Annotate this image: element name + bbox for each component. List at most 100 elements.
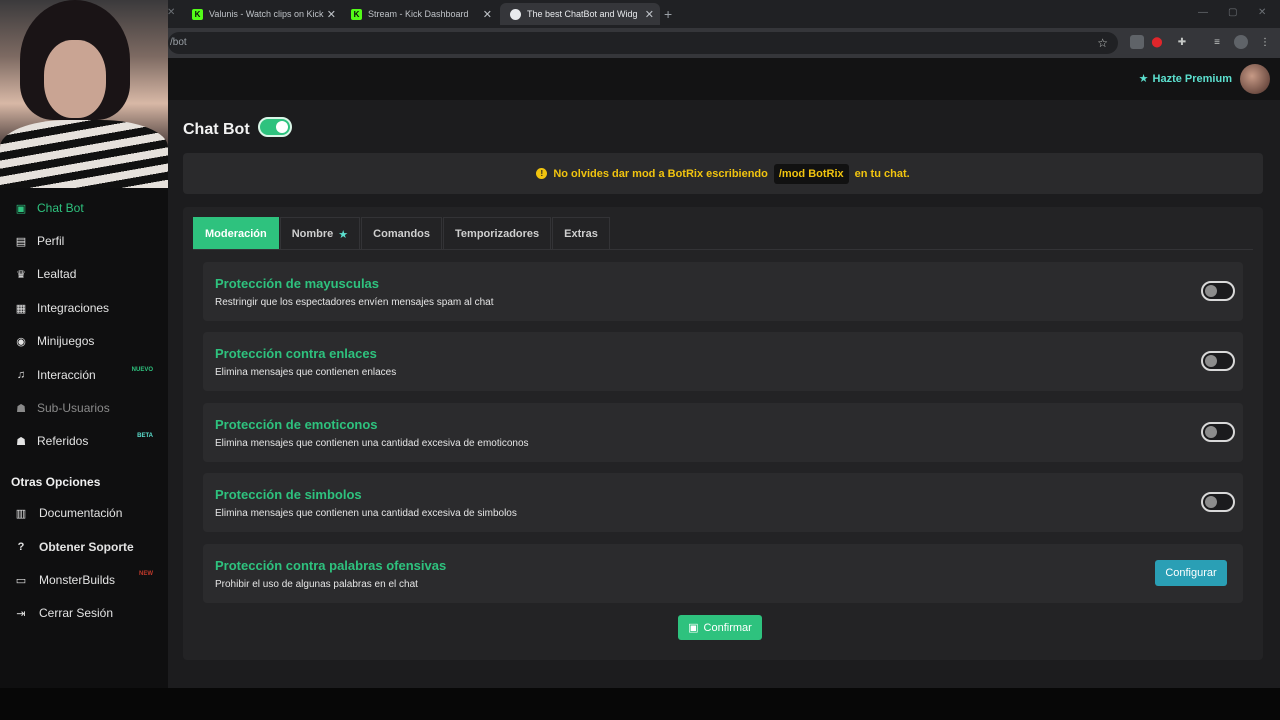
- setting-title: Protección de mayusculas: [215, 276, 380, 291]
- tab-nombre[interactable]: Nombre ★: [279, 217, 361, 250]
- settings-tabs: Moderación Nombre ★ Comandos Temporizador…: [193, 217, 611, 250]
- address-bar[interactable]: /bot ☆: [168, 32, 1118, 54]
- plug-icon: ▦: [15, 302, 27, 315]
- setting-toggle[interactable]: [1201, 492, 1235, 512]
- tab-comandos[interactable]: Comandos: [361, 217, 443, 250]
- alert-text: No olvides dar mod a BotRix escribiendo: [553, 167, 768, 180]
- maximize-icon[interactable]: ▢: [1228, 7, 1237, 18]
- setting-title: Protección de simbolos: [215, 487, 362, 502]
- sidebar-item-label: Perfil: [37, 234, 65, 248]
- tab-close-icon[interactable]: ✕: [645, 8, 654, 21]
- tab-title: Valunis - Watch clips on Kick: [209, 9, 324, 19]
- sidebar-item-soporte[interactable]: ? Obtener Soporte: [13, 537, 163, 557]
- browser-tab-bar: ✕ K Valunis - Watch clips on Kick ✕ K St…: [0, 0, 1280, 28]
- setting-toggle[interactable]: [1201, 281, 1235, 301]
- new-tab-icon[interactable]: +: [664, 6, 672, 22]
- setting-description: Restringir que los espectadores envíen m…: [215, 297, 494, 308]
- avatar[interactable]: [1240, 64, 1270, 94]
- robot-icon: ▣: [15, 202, 27, 215]
- tab-close-icon[interactable]: ✕: [483, 8, 492, 21]
- sidebar-item-label: Sub-Usuarios: [37, 401, 110, 415]
- sidebar-item-integraciones[interactable]: ▦ Integraciones: [13, 298, 163, 318]
- tab-title: The best ChatBot and Widgets: [527, 9, 637, 19]
- beta-badge: BETA: [137, 433, 153, 439]
- tab-close-icon[interactable]: ✕: [167, 7, 175, 18]
- tab-temporizadores[interactable]: Temporizadores: [443, 217, 552, 250]
- sidebar-item-label: Cerrar Sesión: [39, 606, 114, 620]
- sidebar-item-perfil[interactable]: ▤ Perfil: [13, 231, 163, 251]
- webcam-overlay: [0, 0, 168, 188]
- menu-kebab-icon[interactable]: ⋮: [1258, 35, 1272, 49]
- bookmark-star-icon[interactable]: ☆: [1097, 32, 1108, 54]
- setting-description: Elimina mensajes que contienen una canti…: [215, 508, 517, 519]
- sidebar-item-sub-usuarios[interactable]: ☗ Sub-Usuarios: [13, 398, 163, 418]
- sidebar-item-label: Minijuegos: [37, 334, 95, 348]
- browser-tab-kick-dashboard[interactable]: K Stream - Kick Dashboard ✕: [341, 3, 498, 25]
- kick-icon: K: [192, 8, 203, 20]
- tab-moderacion[interactable]: Moderación: [193, 217, 279, 250]
- exclamation-icon: !: [536, 168, 548, 179]
- gamepad-icon: ◉: [16, 335, 26, 348]
- sidebar-item-label: Interacción: [37, 368, 96, 382]
- setting-title: Protección de emoticonos: [215, 417, 378, 432]
- confirm-label: Confirmar: [703, 621, 752, 634]
- setting-title: Protección contra enlaces: [215, 346, 377, 361]
- chatbot-toggle[interactable]: [258, 117, 292, 137]
- app-topbar: [0, 58, 1280, 100]
- sidebar-item-chat-bot[interactable]: ▣ Chat Bot: [13, 198, 163, 218]
- sidebar-item-interaccion[interactable]: ♫ Interacción NUEVO: [13, 365, 163, 385]
- browser-tab-kick-clips[interactable]: K Valunis - Watch clips on Kick ✕: [182, 3, 342, 25]
- sidebar-item-label: MonsterBuilds: [39, 573, 116, 587]
- new-badge: NUEVO: [131, 367, 153, 373]
- trophy-icon: ♛: [16, 268, 26, 281]
- bottom-bar: [0, 688, 1280, 720]
- star-icon: ★: [338, 228, 349, 241]
- tab-close-icon[interactable]: ✕: [327, 8, 336, 21]
- setting-description: Elimina mensajes que contienen una canti…: [215, 438, 529, 449]
- id-card-icon: ▤: [15, 235, 27, 248]
- sidebar-item-lealtad[interactable]: ♛ Lealtad: [13, 264, 163, 284]
- close-window-icon[interactable]: ✕: [1258, 7, 1266, 18]
- extension-icon[interactable]: [1130, 35, 1144, 49]
- profile-icon[interactable]: [1234, 35, 1248, 49]
- setting-row-emoticonos: Protección de emoticonos Elimina mensaje…: [203, 403, 1243, 462]
- star-icon: ★: [1138, 73, 1149, 85]
- alert-command: /mod BotRix: [773, 163, 849, 184]
- setting-description: Elimina mensajes que contienen enlaces: [215, 367, 397, 378]
- sidebar-item-label: Integraciones: [37, 301, 110, 315]
- new-badge: NEW: [139, 571, 153, 577]
- sidebar-item-label: Lealtad: [37, 267, 77, 281]
- queue-icon[interactable]: ≡: [1210, 35, 1224, 49]
- sidebar-item-minijuegos[interactable]: ◉ Minijuegos: [13, 331, 163, 351]
- mod-reminder-alert: ! No olvides dar mod a BotRix escribiend…: [183, 153, 1263, 194]
- setting-row-enlaces: Protección contra enlaces Elimina mensaj…: [203, 332, 1243, 391]
- question-icon: ?: [17, 541, 25, 553]
- sidebar-item-cerrar-sesion[interactable]: ⇥ Cerrar Sesión: [13, 603, 163, 623]
- puzzle-icon[interactable]: ✚: [1175, 35, 1189, 49]
- sidebar-item-referidos[interactable]: ☗ Referidos BETA: [13, 431, 163, 451]
- setting-toggle[interactable]: [1201, 351, 1235, 371]
- save-icon: ▣: [688, 622, 699, 634]
- user-group-icon: ☗: [16, 435, 26, 448]
- music-icon: ♫: [16, 369, 26, 381]
- setting-row-mayusculas: Protección de mayusculas Restringir que …: [203, 262, 1243, 321]
- sidebar-item-label: Obtener Soporte: [39, 540, 134, 554]
- sidebar-section-title: Otras Opciones: [11, 475, 101, 489]
- premium-label: Hazte Premium: [1152, 72, 1232, 85]
- sign-out-icon: ⇥: [16, 607, 26, 620]
- setting-row-palabras-ofensivas: Protección contra palabras ofensivas Pro…: [203, 544, 1243, 603]
- setting-row-simbolos: Protección de simbolos Elimina mensajes …: [203, 473, 1243, 532]
- premium-link[interactable]: ★ Hazte Premium: [1138, 72, 1232, 86]
- sidebar-item-documentacion[interactable]: ▥ Documentación: [13, 503, 163, 523]
- minimize-icon[interactable]: —: [1198, 7, 1208, 18]
- opera-icon[interactable]: ⬤: [1150, 35, 1164, 49]
- confirm-button[interactable]: ▣ Confirmar: [678, 615, 762, 640]
- laptop-icon: ▭: [15, 574, 27, 587]
- sidebar-item-label: Documentación: [39, 506, 123, 520]
- tab-extras[interactable]: Extras: [552, 217, 610, 250]
- browser-toolbar: /bot ☆: [0, 28, 1280, 58]
- setting-toggle[interactable]: [1201, 422, 1235, 442]
- sidebar-item-monsterbuilds[interactable]: ▭ MonsterBuilds NEW: [13, 570, 163, 590]
- configure-button[interactable]: Configurar: [1155, 560, 1227, 586]
- browser-tab-botrix[interactable]: The best ChatBot and Widgets ✕: [500, 3, 660, 25]
